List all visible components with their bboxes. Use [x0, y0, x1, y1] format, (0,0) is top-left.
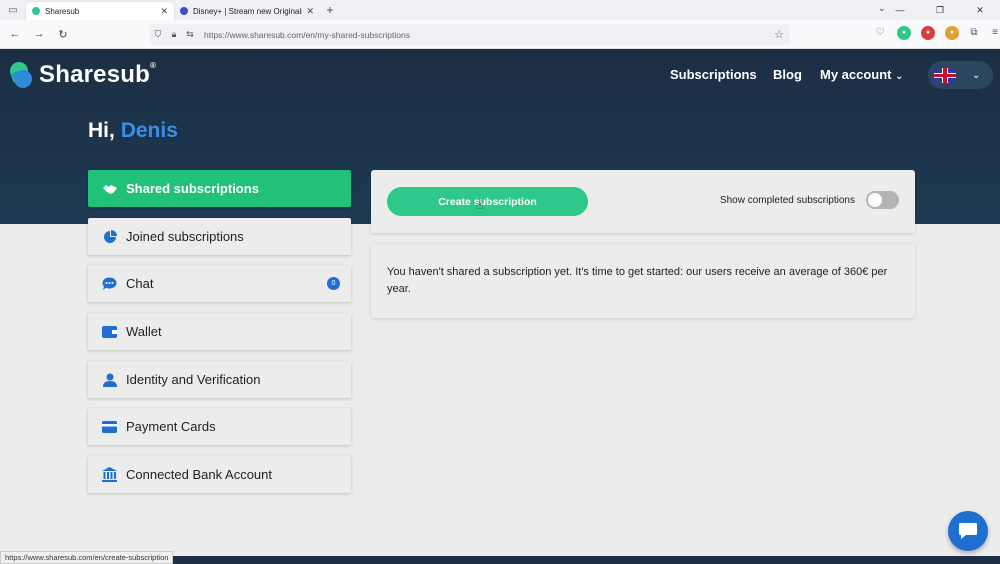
bank-icon — [101, 467, 118, 482]
wallet-icon — [101, 325, 118, 339]
nav-blog[interactable]: Blog — [773, 67, 802, 82]
pocket-icon[interactable]: ♡ — [873, 26, 887, 40]
sidebar-item-payment-cards[interactable]: Payment Cards — [88, 408, 351, 445]
support-chat-button[interactable] — [948, 511, 988, 551]
sidebar-item-label: Wallet — [126, 324, 162, 339]
tab-sharesub[interactable]: Sharesub ✕ — [26, 2, 174, 20]
back-arrow-icon[interactable]: ← — [3, 28, 27, 40]
extension-green-icon[interactable]: ● — [897, 26, 911, 40]
chat-unread-badge: 0 — [327, 277, 340, 290]
credit-card-icon — [101, 420, 118, 434]
shield-icon[interactable]: ⛉ — [150, 29, 166, 40]
sidebar-item-label: Connected Bank Account — [126, 467, 272, 482]
toggle-knob — [868, 193, 882, 207]
sidebar-item-label: Identity and Verification — [126, 372, 261, 387]
show-completed-label: Show completed subscriptions — [719, 195, 855, 206]
tab-list-icon[interactable]: ▭ — [0, 0, 26, 20]
page-greeting: Hi, Denis — [88, 119, 178, 143]
language-selector[interactable]: ⌄ — [928, 61, 993, 89]
sidebar-item-connected-bank-account[interactable]: Connected Bank Account — [88, 456, 351, 493]
person-icon — [101, 373, 118, 387]
close-window-icon[interactable]: ✕ — [960, 5, 1000, 16]
empty-state-message: You haven't shared a subscription yet. I… — [387, 266, 888, 295]
actions-panel: Create subscription Show completed subsc… — [371, 170, 915, 233]
sidebar-item-chat[interactable]: Chat 0 — [88, 265, 351, 302]
window-controls: — ❐ ✕ — [880, 5, 1000, 16]
tab-disney[interactable]: Disney+ | Stream new Originals ✕ — [174, 2, 320, 20]
chat-icon — [101, 277, 118, 291]
greeting-prefix: Hi, — [88, 119, 115, 142]
url-text[interactable]: https://www.sharesub.com/en/my-shared-su… — [204, 30, 410, 40]
sidebar-item-label: Shared subscriptions — [126, 181, 259, 196]
status-url-bar: https://www.sharesub.com/en/create-subsc… — [0, 551, 174, 564]
address-bar[interactable]: ⛉ 🔒︎ ⇆ https://www.sharesub.com/en/my-sh… — [150, 24, 790, 45]
site-logo[interactable]: Sharesub® — [7, 59, 157, 91]
sidebar-item-identity-verification[interactable]: Identity and Verification — [88, 361, 351, 398]
sidebar-item-wallet[interactable]: Wallet — [88, 313, 351, 350]
chat-bubble-icon — [959, 523, 977, 539]
pie-chart-icon — [101, 229, 118, 244]
handshake-icon — [101, 182, 118, 196]
minimize-icon[interactable]: — — [880, 5, 920, 16]
sidebar-item-shared-subscriptions[interactable]: Shared subscriptions — [88, 170, 351, 207]
user-name: Denis — [120, 119, 178, 142]
nav-subscriptions[interactable]: Subscriptions — [670, 67, 757, 82]
new-tab-icon[interactable]: + — [320, 3, 340, 17]
create-subscription-button[interactable]: Create subscription — [387, 187, 588, 216]
tab-title: Disney+ | Stream new Originals — [193, 6, 303, 16]
browser-tab-bar: ▭ Sharesub ✕ Disney+ | Stream new Origin… — [0, 0, 1000, 20]
extension-red-icon[interactable]: ● — [921, 26, 935, 40]
uk-flag-icon — [934, 67, 956, 83]
bookmark-star-icon[interactable]: ☆ — [774, 28, 784, 41]
logo-text: Sharesub® — [39, 61, 157, 88]
lock-icon[interactable]: 🔒︎ — [166, 29, 182, 40]
hand-cursor-icon: ☝ — [476, 198, 484, 212]
restore-icon[interactable]: ❐ — [920, 5, 960, 16]
sidebar-item-label: Chat — [126, 276, 154, 291]
tab-title: Sharesub — [45, 6, 80, 16]
sidebar-item-label: Joined subscriptions — [126, 229, 244, 244]
chevron-down-icon: ⌄ — [895, 71, 904, 82]
reload-icon[interactable]: ↻ — [51, 28, 75, 41]
close-tab-icon[interactable]: ✕ — [160, 6, 168, 17]
sidebar-item-joined-subscriptions[interactable]: Joined subscriptions — [88, 218, 351, 255]
disney-favicon-icon — [180, 7, 188, 15]
sidebar-item-label: Payment Cards — [126, 419, 216, 434]
nav-my-account-label: My account — [820, 67, 892, 82]
list-all-tabs-icon[interactable]: ⌄ — [878, 3, 886, 14]
browser-nav-bar: ← → ↻ ⛉ 🔒︎ ⇆ https://www.sharesub.com/en… — [0, 20, 1000, 49]
sharesub-favicon-icon — [32, 7, 40, 15]
menu-icon[interactable]: ≡ — [988, 26, 1000, 40]
nav-my-account[interactable]: My account ⌄ — [820, 67, 904, 82]
permissions-icon[interactable]: ⇆ — [182, 29, 198, 40]
forward-arrow-icon[interactable]: → — [27, 28, 51, 40]
extension-orange-icon[interactable]: ● — [945, 26, 959, 40]
chevron-down-icon: ⌄ — [972, 69, 981, 81]
extensions-puzzle-icon[interactable]: ⧉ — [967, 26, 981, 40]
sharesub-logo-icon — [7, 59, 35, 91]
show-completed-toggle[interactable] — [866, 191, 899, 209]
empty-state-panel: You haven't shared a subscription yet. I… — [371, 244, 915, 318]
close-tab-icon[interactable]: ✕ — [306, 6, 314, 17]
